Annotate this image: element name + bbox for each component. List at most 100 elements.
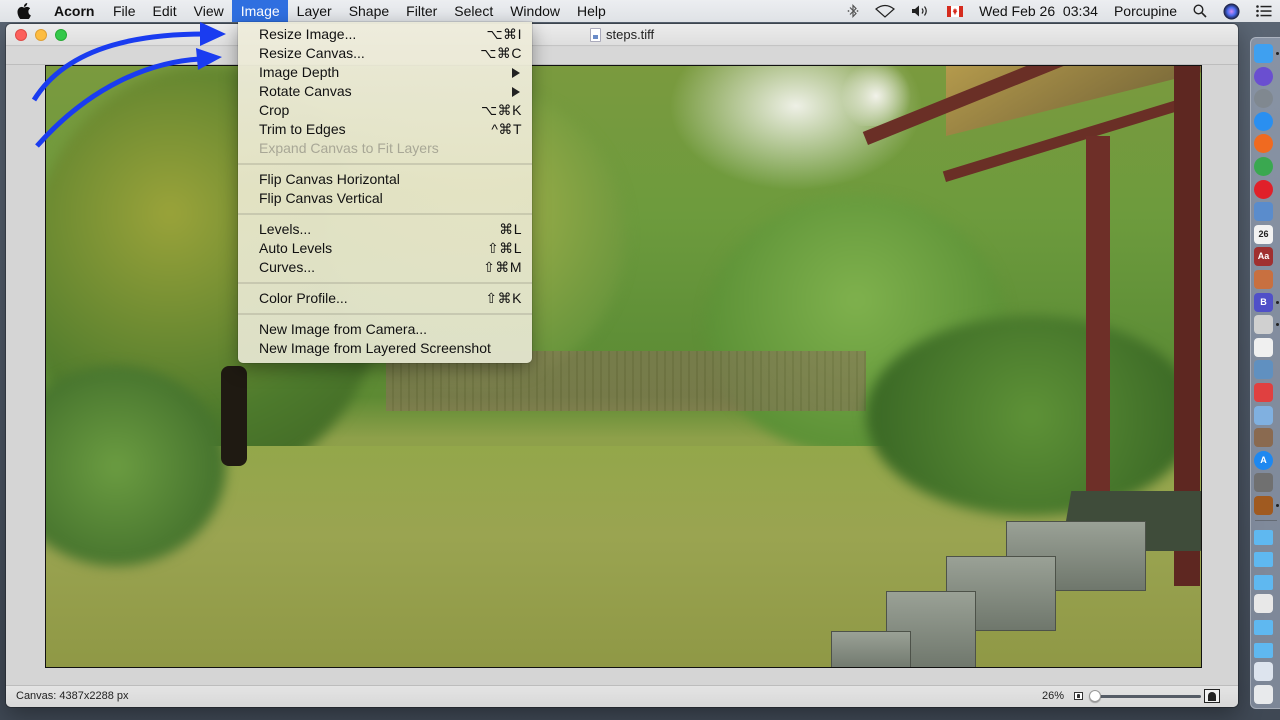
menu-item-label: Flip Canvas Horizontal — [259, 171, 400, 187]
dock-launchpad-icon[interactable] — [1254, 89, 1273, 109]
spotlight-search-icon[interactable] — [1185, 0, 1215, 22]
clock[interactable]: Wed Feb 26 03:34 — [971, 0, 1106, 22]
notification-center-icon[interactable] — [1248, 0, 1280, 22]
menu-filter[interactable]: Filter — [398, 0, 446, 22]
menu-item-levels[interactable]: Levels... ⌘L — [238, 220, 532, 239]
photo-bush-right — [866, 316, 1196, 516]
menu-item-shortcut: ⌘L — [499, 221, 522, 237]
dock-opera-icon[interactable] — [1254, 179, 1273, 199]
dock-maps-icon[interactable] — [1254, 405, 1273, 425]
menu-item-curves[interactable]: Curves... ⇧⌘M — [238, 258, 532, 277]
menu-item-label: Expand Canvas to Fit Layers — [259, 140, 439, 156]
menu-item-trim-to-edges[interactable]: Trim to Edges ^⌘T — [238, 120, 532, 139]
canada-flag-input-icon[interactable] — [939, 0, 971, 22]
zoom-button[interactable] — [55, 29, 67, 41]
dock-mail-icon[interactable] — [1254, 202, 1273, 222]
zoom-slider-track[interactable] — [1093, 695, 1201, 698]
dock-separator — [1255, 519, 1277, 521]
close-button[interactable] — [15, 29, 27, 41]
menu-item-rotate-canvas[interactable]: Rotate Canvas — [238, 82, 532, 101]
dock-bbedit-icon[interactable]: B — [1254, 292, 1273, 312]
menu-item-label: New Image from Camera... — [259, 321, 428, 337]
bluetooth-icon[interactable] — [839, 0, 867, 22]
minimize-button[interactable] — [35, 29, 47, 41]
dock-safari-icon[interactable] — [1254, 111, 1273, 131]
menu-item-label: New Image from Layered Screenshot — [259, 340, 491, 356]
dock-folder-misc-icon[interactable] — [1254, 642, 1273, 658]
dock-notefile-icon[interactable] — [1254, 270, 1273, 289]
dock-system-preferences-icon[interactable] — [1254, 473, 1273, 493]
menu-edit[interactable]: Edit — [144, 0, 185, 22]
menu-item-color-profile[interactable]: Color Profile... ⇧⌘K — [238, 289, 532, 308]
menu-select[interactable]: Select — [446, 0, 502, 22]
dock-running-indicator — [1276, 52, 1279, 55]
dock-dictionary-icon[interactable]: Aa — [1254, 247, 1273, 267]
dock-preview-icon[interactable] — [1254, 360, 1273, 380]
dock-folder-applications-icon[interactable] — [1254, 529, 1273, 545]
submenu-arrow-icon — [512, 68, 520, 78]
tiff-file-icon — [590, 27, 601, 42]
menu-window[interactable]: Window — [502, 0, 569, 22]
volume-icon[interactable] — [903, 0, 939, 22]
menu-item-crop[interactable]: Crop ⌥⌘K — [238, 101, 532, 120]
menu-item-shortcut: ^⌘T — [491, 121, 522, 137]
window-titlebar[interactable]: steps.tiff — [6, 24, 1238, 46]
user-name[interactable]: Porcupine — [1106, 0, 1185, 22]
menu-item-auto-levels[interactable]: Auto Levels ⇧⌘L — [238, 239, 532, 258]
app-menu-acorn[interactable]: Acorn — [48, 0, 104, 22]
zoom-in-large-image-icon[interactable] — [1204, 689, 1220, 703]
zoom-slider-knob[interactable] — [1089, 690, 1101, 702]
photo-step — [831, 631, 911, 667]
dock-photos-icon[interactable] — [1254, 428, 1273, 448]
dock-calendar-icon[interactable]: 26 — [1254, 224, 1273, 244]
menu-item-flip-canvas-horizontal[interactable]: Flip Canvas Horizontal — [238, 170, 532, 189]
dock-folder-pictures-icon[interactable] — [1254, 620, 1273, 635]
photo-pergola-roof — [946, 66, 1201, 137]
dock-chrome-icon[interactable] — [1254, 157, 1273, 176]
document-window: steps.tiff Canvas: 4387x2288 px 26% — [6, 24, 1238, 707]
menu-help[interactable]: Help — [569, 0, 615, 22]
menu-item-label: Trim to Edges — [259, 121, 346, 137]
dock-folder-downloads-icon[interactable] — [1254, 574, 1273, 590]
menu-item-label: Image Depth — [259, 64, 340, 80]
menu-item-resize-canvas[interactable]: Resize Canvas... ⌥⌘C — [238, 44, 532, 63]
photo-tree-trunk — [221, 366, 247, 466]
dock-running-indicator — [1276, 300, 1279, 304]
menu-item-resize-image[interactable]: Resize Image... ⌥⌘I — [238, 25, 532, 44]
dock-app-store-icon[interactable]: A — [1254, 450, 1273, 470]
apple-menu[interactable] — [0, 0, 48, 22]
dock-screenshot-tool-icon[interactable] — [1254, 315, 1273, 335]
dock-textedit-icon[interactable] — [1254, 337, 1273, 357]
menu-item-new-image-from-layered-screenshot[interactable]: New Image from Layered Screenshot — [238, 339, 532, 358]
menu-shape[interactable]: Shape — [340, 0, 397, 22]
siri-icon[interactable] — [1215, 0, 1248, 22]
menu-item-image-depth[interactable]: Image Depth — [238, 63, 532, 82]
zoom-out-small-image-icon[interactable] — [1074, 692, 1083, 700]
window-title: steps.tiff — [590, 27, 654, 42]
image-canvas[interactable] — [45, 65, 1202, 668]
menu-item-flip-canvas-vertical[interactable]: Flip Canvas Vertical — [238, 189, 532, 208]
menu-item-label: Resize Image... — [259, 26, 357, 42]
dock-acorn-icon[interactable] — [1254, 496, 1273, 515]
dock-trash-icon[interactable] — [1254, 684, 1273, 704]
dock-firefox-icon[interactable] — [1254, 134, 1273, 154]
dock-document-stack-icon[interactable] — [1254, 594, 1273, 614]
menu-layer[interactable]: Layer — [288, 0, 340, 22]
apple-logo-icon — [17, 3, 31, 19]
wifi-icon[interactable] — [867, 0, 903, 22]
zoom-slider[interactable] — [1089, 690, 1201, 702]
menu-item-new-image-from-camera[interactable]: New Image from Camera... — [238, 320, 532, 339]
dock-running-indicator — [1276, 504, 1279, 507]
dock-finder-icon[interactable] — [1254, 44, 1273, 63]
dock-siri-icon[interactable] — [1254, 66, 1273, 86]
dock-image-capture-icon[interactable] — [1254, 383, 1273, 402]
menu-file[interactable]: File — [104, 0, 144, 22]
dock-folder-documents-icon[interactable] — [1254, 552, 1273, 568]
menu-view[interactable]: View — [185, 0, 232, 22]
menu-item-label: Crop — [259, 102, 290, 118]
menu-item-label: Color Profile... — [259, 290, 348, 306]
menu-image[interactable]: Image — [232, 0, 289, 22]
dock-screenshot-stack-icon[interactable] — [1254, 662, 1273, 682]
dock: 26 Aa B A — [1250, 37, 1280, 709]
menu-item-shortcut: ⌥⌘K — [481, 102, 522, 118]
